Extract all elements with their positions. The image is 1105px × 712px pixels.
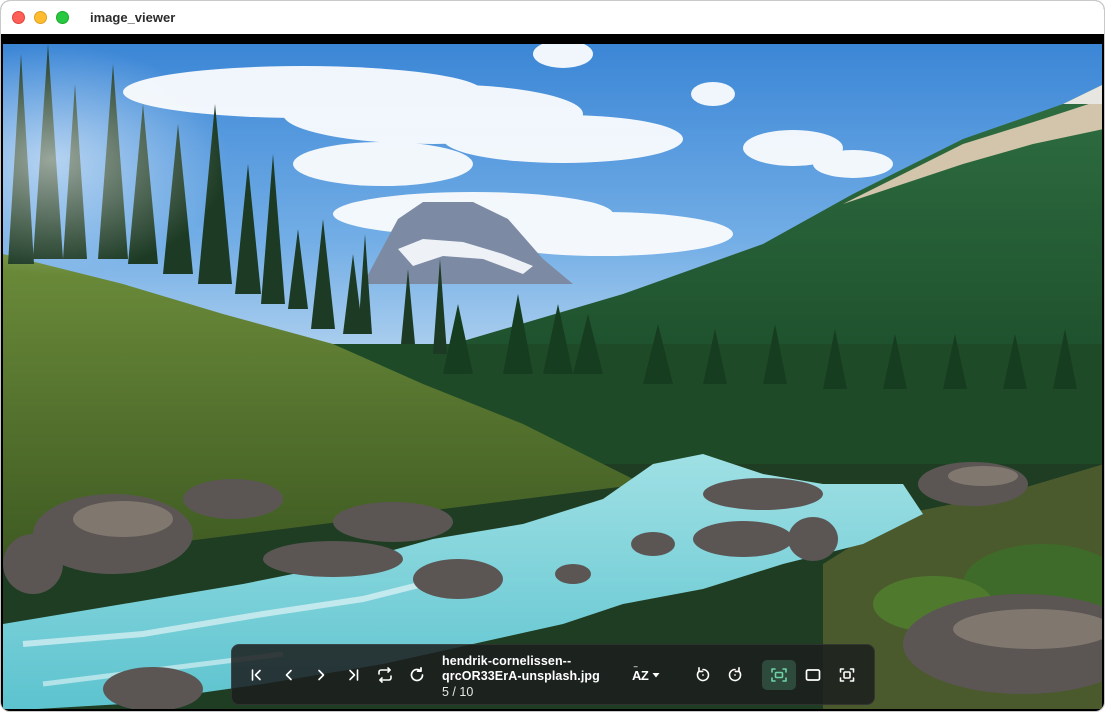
image-counter: 5 / 10	[442, 685, 474, 699]
maximize-window-button[interactable]	[56, 11, 69, 24]
rotate-right-button[interactable]	[720, 660, 750, 690]
close-window-button[interactable]	[12, 11, 25, 24]
reload-button[interactable]	[402, 660, 432, 690]
top-strip	[1, 34, 1104, 44]
window-controls	[12, 11, 69, 24]
fit-to-window-button[interactable]	[762, 660, 796, 690]
app-window: image_viewer hendrik-cornelissen-- qrcOR…	[0, 0, 1105, 712]
rotate-ccw-icon	[696, 666, 710, 682]
chevron-left-icon	[285, 669, 292, 681]
chevron-right-icon	[318, 669, 325, 681]
fullscreen-button[interactable]	[832, 660, 862, 690]
image-canvas[interactable]: hendrik-cornelissen-- qrcOR33ErA-unsplash…	[3, 44, 1102, 709]
rotate-left-button[interactable]	[688, 660, 718, 690]
image-toolbar: hendrik-cornelissen-- qrcOR33ErA-unsplash…	[231, 644, 875, 705]
focus-frame-icon	[839, 668, 855, 682]
file-name-line-1: hendrik-cornelissen--	[442, 654, 572, 668]
next-image-button[interactable]	[306, 660, 336, 690]
file-info: hendrik-cornelissen-- qrcOR33ErA-unsplash…	[442, 654, 632, 701]
file-name: hendrik-cornelissen-- qrcOR33ErA-unsplash…	[442, 654, 632, 684]
shuffle-button[interactable]	[370, 660, 400, 690]
sort-button[interactable]: AZ ⁻	[632, 660, 661, 690]
caret-down-icon	[652, 673, 660, 678]
first-image-button[interactable]	[242, 660, 272, 690]
skip-first-icon	[251, 669, 261, 681]
window-title: image_viewer	[90, 10, 176, 25]
rotate-cw-icon	[728, 666, 742, 682]
landscape-photo	[3, 44, 1102, 709]
previous-image-button[interactable]	[274, 660, 304, 690]
actual-size-button[interactable]	[798, 660, 828, 690]
sort-az-icon: AZ ⁻	[632, 663, 649, 683]
rectangle-icon	[805, 669, 821, 681]
refresh-icon	[410, 666, 424, 682]
last-image-button[interactable]	[338, 660, 368, 690]
title-bar[interactable]: image_viewer	[1, 1, 1104, 35]
fit-screen-icon	[771, 668, 787, 682]
minimize-window-button[interactable]	[34, 11, 47, 24]
skip-last-icon	[349, 669, 359, 681]
file-name-line-2: qrcOR33ErA-unsplash.jpg	[442, 669, 600, 683]
repeat-icon	[378, 667, 392, 683]
